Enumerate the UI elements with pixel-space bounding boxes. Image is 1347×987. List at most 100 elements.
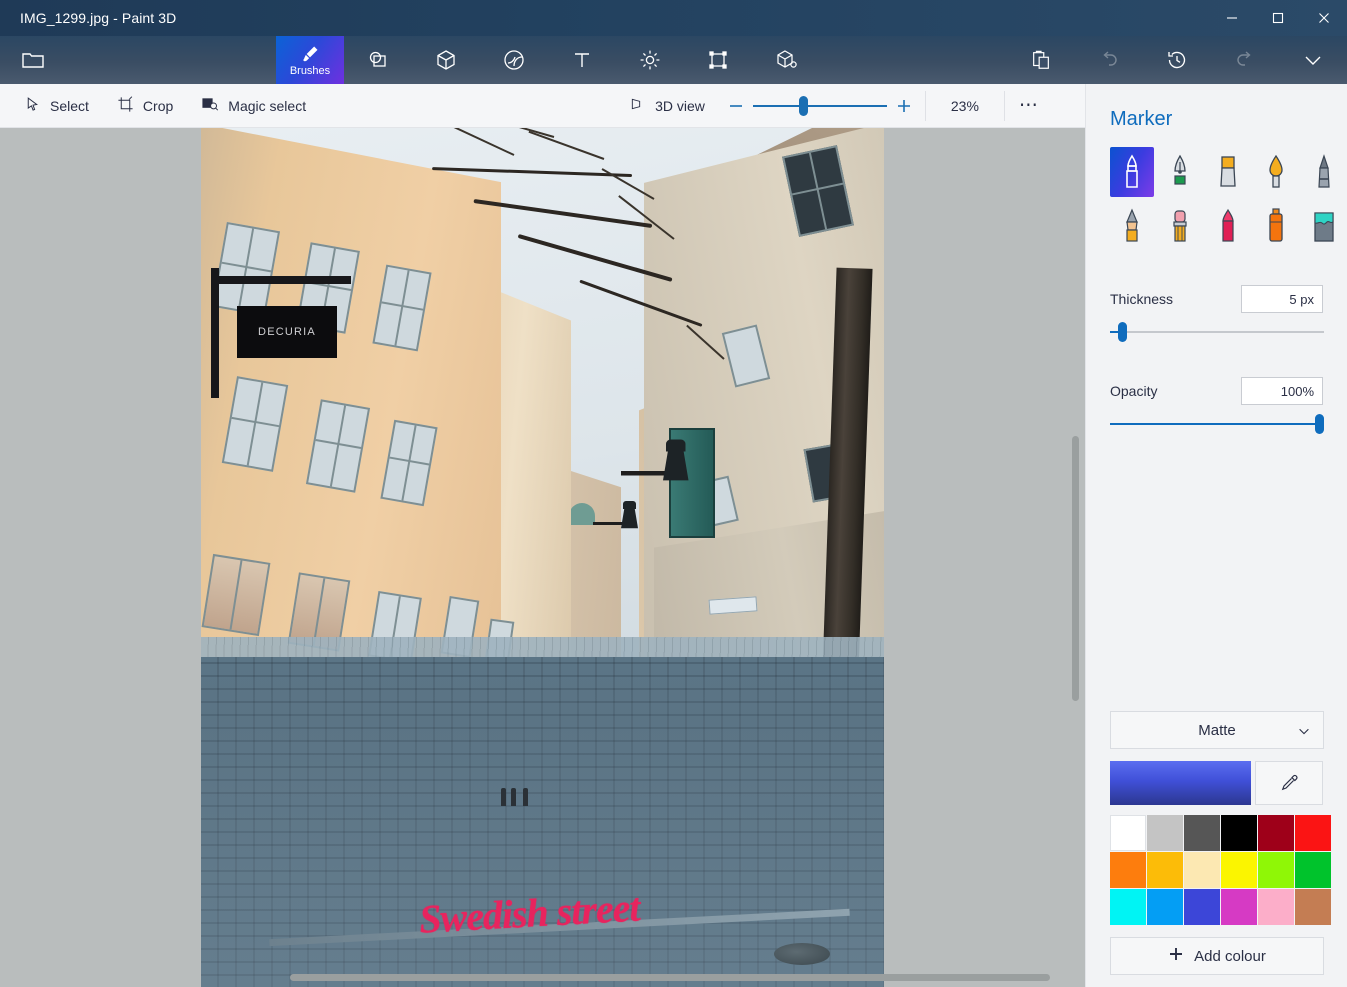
brush-eraser[interactable] (1158, 201, 1202, 251)
select-button[interactable]: Select (10, 84, 103, 128)
swatch-dark-red[interactable] (1258, 815, 1294, 851)
zoom-in-button[interactable] (887, 89, 921, 123)
brush-marker[interactable] (1110, 147, 1154, 197)
shop-sign: DECURIA (237, 306, 337, 358)
view-more-button[interactable]: ⋯ (1009, 96, 1049, 115)
3d-view-button[interactable]: 3D view (614, 84, 719, 128)
opacity-label: Opacity (1110, 383, 1158, 399)
tool-canvas[interactable] (684, 36, 752, 84)
brush-panel: Marker Thickness 5 px Opacity 100% Matte… (1085, 84, 1347, 987)
history-button[interactable] (1143, 36, 1211, 84)
add-colour-button[interactable]: Add colour (1110, 937, 1324, 975)
tool-brushes[interactable]: Brushes (276, 36, 344, 84)
maximize-button[interactable] (1255, 0, 1301, 36)
pedestrians (501, 788, 545, 812)
crop-label: Crop (142, 97, 174, 114)
swatch-lime[interactable] (1258, 852, 1294, 888)
material-dropdown[interactable]: Matte (1110, 711, 1324, 749)
thickness-input[interactable]: 5 px (1241, 285, 1323, 313)
more-options-button[interactable] (1279, 36, 1347, 84)
material-selected-label: Matte (1198, 721, 1236, 739)
minimize-button[interactable] (1209, 0, 1255, 36)
brush-pixel-pen[interactable] (1302, 147, 1346, 197)
brush-watercolour[interactable] (1254, 147, 1298, 197)
zoom-slider[interactable] (752, 89, 887, 123)
zoom-slider-thumb[interactable] (798, 95, 808, 116)
brush-calligraphy-pen[interactable] (1158, 147, 1202, 197)
zoom-out-button[interactable] (719, 89, 753, 123)
tool-2d-shapes[interactable] (344, 36, 412, 84)
swatch-orange[interactable] (1110, 852, 1146, 888)
zoom-slider-track (752, 104, 887, 107)
eyedropper-button[interactable] (1255, 761, 1323, 805)
paste-button[interactable] (1007, 36, 1075, 84)
magic-select-button[interactable]: Magic select (187, 84, 320, 128)
redo-button[interactable] (1211, 36, 1279, 84)
church-dome (569, 503, 595, 525)
swatch-black[interactable] (1221, 815, 1257, 851)
opacity-row: Opacity 100% (1110, 377, 1323, 405)
close-button[interactable] (1301, 0, 1347, 36)
magic-select-icon (201, 96, 219, 116)
swatch-amber[interactable] (1147, 852, 1183, 888)
opacity-input[interactable]: 100% (1241, 377, 1323, 405)
swatch-cyan[interactable] (1110, 889, 1146, 925)
opacity-slider-fill (1110, 423, 1324, 425)
current-colour-swatch[interactable] (1110, 761, 1252, 805)
swatch-light-grey[interactable] (1147, 815, 1183, 851)
brush-pencil[interactable] (1110, 201, 1154, 251)
canvas-vertical-scrollbar[interactable] (1072, 436, 1079, 701)
tool-effects[interactable] (616, 36, 684, 84)
opacity-slider-thumb[interactable] (1315, 414, 1324, 434)
window-title: IMG_1299.jpg - Paint 3D (20, 10, 177, 26)
toolbar-divider (924, 90, 926, 121)
crop-button[interactable]: Crop (103, 84, 187, 128)
add-colour-label: Add colour (1194, 947, 1266, 965)
opacity-slider[interactable] (1110, 413, 1324, 435)
swatch-white[interactable] (1110, 815, 1146, 851)
panel-title: Marker (1110, 108, 1173, 130)
colour-swatches (1110, 815, 1331, 925)
select-label: Select (50, 97, 89, 114)
canvas-area[interactable]: DECURIA Swedish street (0, 128, 1085, 987)
tool-3d-shapes[interactable] (412, 36, 480, 84)
artboard[interactable]: DECURIA Swedish street (201, 128, 884, 987)
brush-fill[interactable] (1302, 201, 1346, 251)
menu-button[interactable] (0, 36, 66, 84)
thickness-slider-thumb[interactable] (1118, 322, 1127, 342)
tool-text[interactable] (548, 36, 616, 84)
brush-grid (1110, 147, 1334, 251)
manhole-cover (774, 943, 830, 965)
swatch-blue[interactable] (1147, 889, 1183, 925)
view-controls: 3D view 23% ⋯ (614, 84, 1049, 128)
swatch-dark-grey[interactable] (1184, 815, 1220, 851)
swatch-brown[interactable] (1295, 889, 1331, 925)
swatch-green[interactable] (1295, 852, 1331, 888)
cursor-icon (24, 96, 41, 116)
thickness-slider[interactable] (1110, 321, 1324, 343)
swatch-cream[interactable] (1184, 852, 1220, 888)
main-toolbar: Brushes (0, 36, 1347, 84)
toolbar-actions-group (1007, 36, 1347, 84)
shop-sign-text: DECURIA (258, 326, 316, 338)
swatch-magenta[interactable] (1221, 889, 1257, 925)
photo-street-scene: DECURIA Swedish street (201, 128, 884, 987)
swatch-red[interactable] (1295, 815, 1331, 851)
sign-bracket (211, 276, 351, 284)
brush-crayon[interactable] (1206, 201, 1250, 251)
canvas-horizontal-scrollbar[interactable] (290, 974, 1050, 981)
toolbar-left-group (0, 36, 276, 84)
tool-mixed-reality[interactable] (752, 36, 820, 84)
swatch-pink[interactable] (1258, 889, 1294, 925)
crop-icon (117, 95, 134, 116)
chevron-down-icon (1297, 724, 1311, 742)
swatch-indigo[interactable] (1184, 889, 1220, 925)
thickness-label: Thickness (1110, 291, 1174, 307)
magic-select-label: Magic select (228, 97, 307, 114)
brush-spray-can[interactable] (1254, 201, 1298, 251)
swatch-yellow[interactable] (1221, 852, 1257, 888)
tool-stickers[interactable] (480, 36, 548, 84)
brush-oil-brush[interactable] (1206, 147, 1250, 197)
paint3d-window: IMG_1299.jpg - Paint 3D Brushes Select C… (0, 0, 1347, 987)
undo-button[interactable] (1075, 36, 1143, 84)
